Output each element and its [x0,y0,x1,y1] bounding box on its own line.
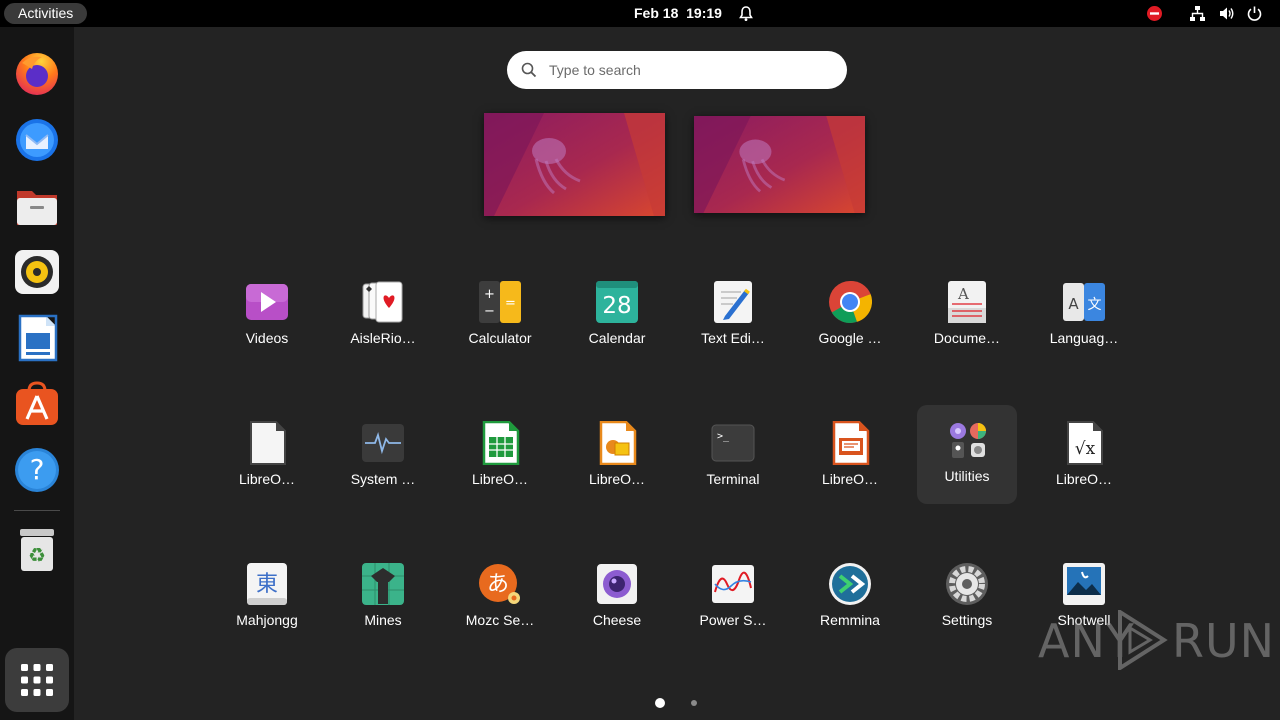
svg-text:√x: √x [1075,439,1096,459]
activities-button[interactable]: Activities [4,3,88,24]
system-monitor-icon [362,424,404,462]
chrome-icon [829,280,872,324]
svg-text:文: 文 [1088,297,1102,313]
firefox-icon[interactable] [12,49,62,99]
app-mozc-setup[interactable]: あ Mozc Se… [450,549,550,645]
app-libreoffice-calc[interactable]: LibreO… [450,408,550,504]
app-libreoffice-impress[interactable]: LibreO… [800,408,900,504]
cheese-icon [597,564,637,604]
search-field[interactable]: Type to search [507,51,847,89]
libreoffice-math-icon: √x [1067,421,1103,465]
terminal-icon: >_ [711,424,755,462]
settings-icon [946,563,988,605]
app-mahjongg[interactable]: 東 Mahjongg [217,549,317,645]
app-language-support[interactable]: A 文 Languag… [1034,267,1134,363]
power-statistics-icon [712,565,754,603]
app-calculator[interactable]: + − = Calculator [450,267,550,363]
page-indicator-2[interactable] [691,700,697,706]
help-icon[interactable]: ? [12,445,62,495]
play-logo-icon [1118,610,1168,670]
language-icon: A 文 [1063,283,1105,321]
svg-text:♻: ♻ [28,543,46,567]
svg-text:A: A [1068,295,1079,313]
wallpaper-jellyfish [694,116,865,213]
app-text-editor[interactable]: Text Edi… [683,267,783,363]
wallpaper-jellyfish [484,113,665,216]
aisleriot-icon [362,281,403,323]
app-libreoffice-draw[interactable]: LibreO… [567,408,667,504]
svg-text:+: + [484,287,495,302]
svg-text:A: A [957,285,969,303]
libreoffice-draw-icon [599,421,637,465]
app-aisleriot[interactable]: AisleRio… [333,267,433,363]
network-icon[interactable] [1189,5,1206,22]
svg-text:?: ? [30,453,45,486]
dock-separator [14,510,60,511]
dock: ? ♻ [0,27,74,720]
libreoffice-calc-icon [482,421,520,465]
app-calendar[interactable]: 28 Calendar [567,267,667,363]
svg-text:=: = [505,296,516,311]
libreoffice-icon [250,421,286,465]
app-videos[interactable]: Videos [217,267,317,363]
volume-icon[interactable] [1218,5,1235,22]
mozc-icon: あ [479,564,520,604]
svg-text:>_: >_ [717,431,730,442]
libreoffice-writer-icon[interactable] [12,313,62,363]
page-indicator-1[interactable] [655,698,665,708]
libreoffice-impress-icon [832,421,870,465]
app-power-statistics[interactable]: Power S… [683,549,783,645]
app-document-viewer[interactable]: A Docume… [917,267,1017,363]
remmina-icon [829,563,871,605]
calculator-icon: + − = [479,281,521,323]
svg-text:東: 東 [256,572,278,597]
app-google-chrome[interactable]: Google … [800,267,900,363]
shotwell-icon [1063,563,1105,605]
app-mines[interactable]: Mines [333,549,433,645]
search-icon [521,62,537,78]
app-libreoffice[interactable]: LibreO… [217,408,317,504]
trash-icon[interactable]: ♻ [12,525,62,575]
svg-text:あ: あ [487,572,509,597]
document-viewer-icon: A [948,281,986,323]
app-folder-utilities[interactable]: Utilities [917,405,1017,504]
app-libreoffice-math[interactable]: √x LibreO… [1034,408,1134,504]
workspace-thumbnail-1[interactable] [484,113,665,216]
clock[interactable]: Feb 18 19:19 [634,0,722,27]
power-icon[interactable] [1246,5,1263,22]
show-applications-button[interactable] [5,648,69,712]
app-grid-icon [21,664,53,696]
search-placeholder: Type to search [549,62,641,78]
rhythmbox-icon[interactable] [12,247,62,297]
top-bar: Activities Feb 18 19:19 [0,0,1280,27]
svg-text:−: − [484,304,495,319]
mahjongg-icon: 東 [247,563,287,605]
app-system-monitor[interactable]: System … [333,408,433,504]
app-terminal[interactable]: >_ Terminal [683,408,783,504]
anyrun-watermark: ANY RUN [1038,608,1274,672]
svg-text:28: 28 [602,293,631,319]
app-settings[interactable]: Settings [917,549,1017,645]
mines-icon [362,563,404,605]
time-label: 19:19 [686,5,722,21]
workspace-thumbnail-2[interactable] [694,116,865,213]
files-icon[interactable] [12,181,62,231]
utilities-folder-icon [950,423,986,458]
bell-icon[interactable] [738,5,754,22]
calendar-icon: 28 [596,281,638,323]
app-remmina[interactable]: Remmina [800,549,900,645]
app-center-icon[interactable] [12,379,62,429]
text-editor-icon [714,281,752,323]
do-not-disturb-icon[interactable] [1146,5,1163,22]
thunderbird-icon[interactable] [12,115,62,165]
videos-icon [246,284,288,320]
date-label: Feb 18 [634,5,679,21]
app-cheese[interactable]: Cheese [567,549,667,645]
